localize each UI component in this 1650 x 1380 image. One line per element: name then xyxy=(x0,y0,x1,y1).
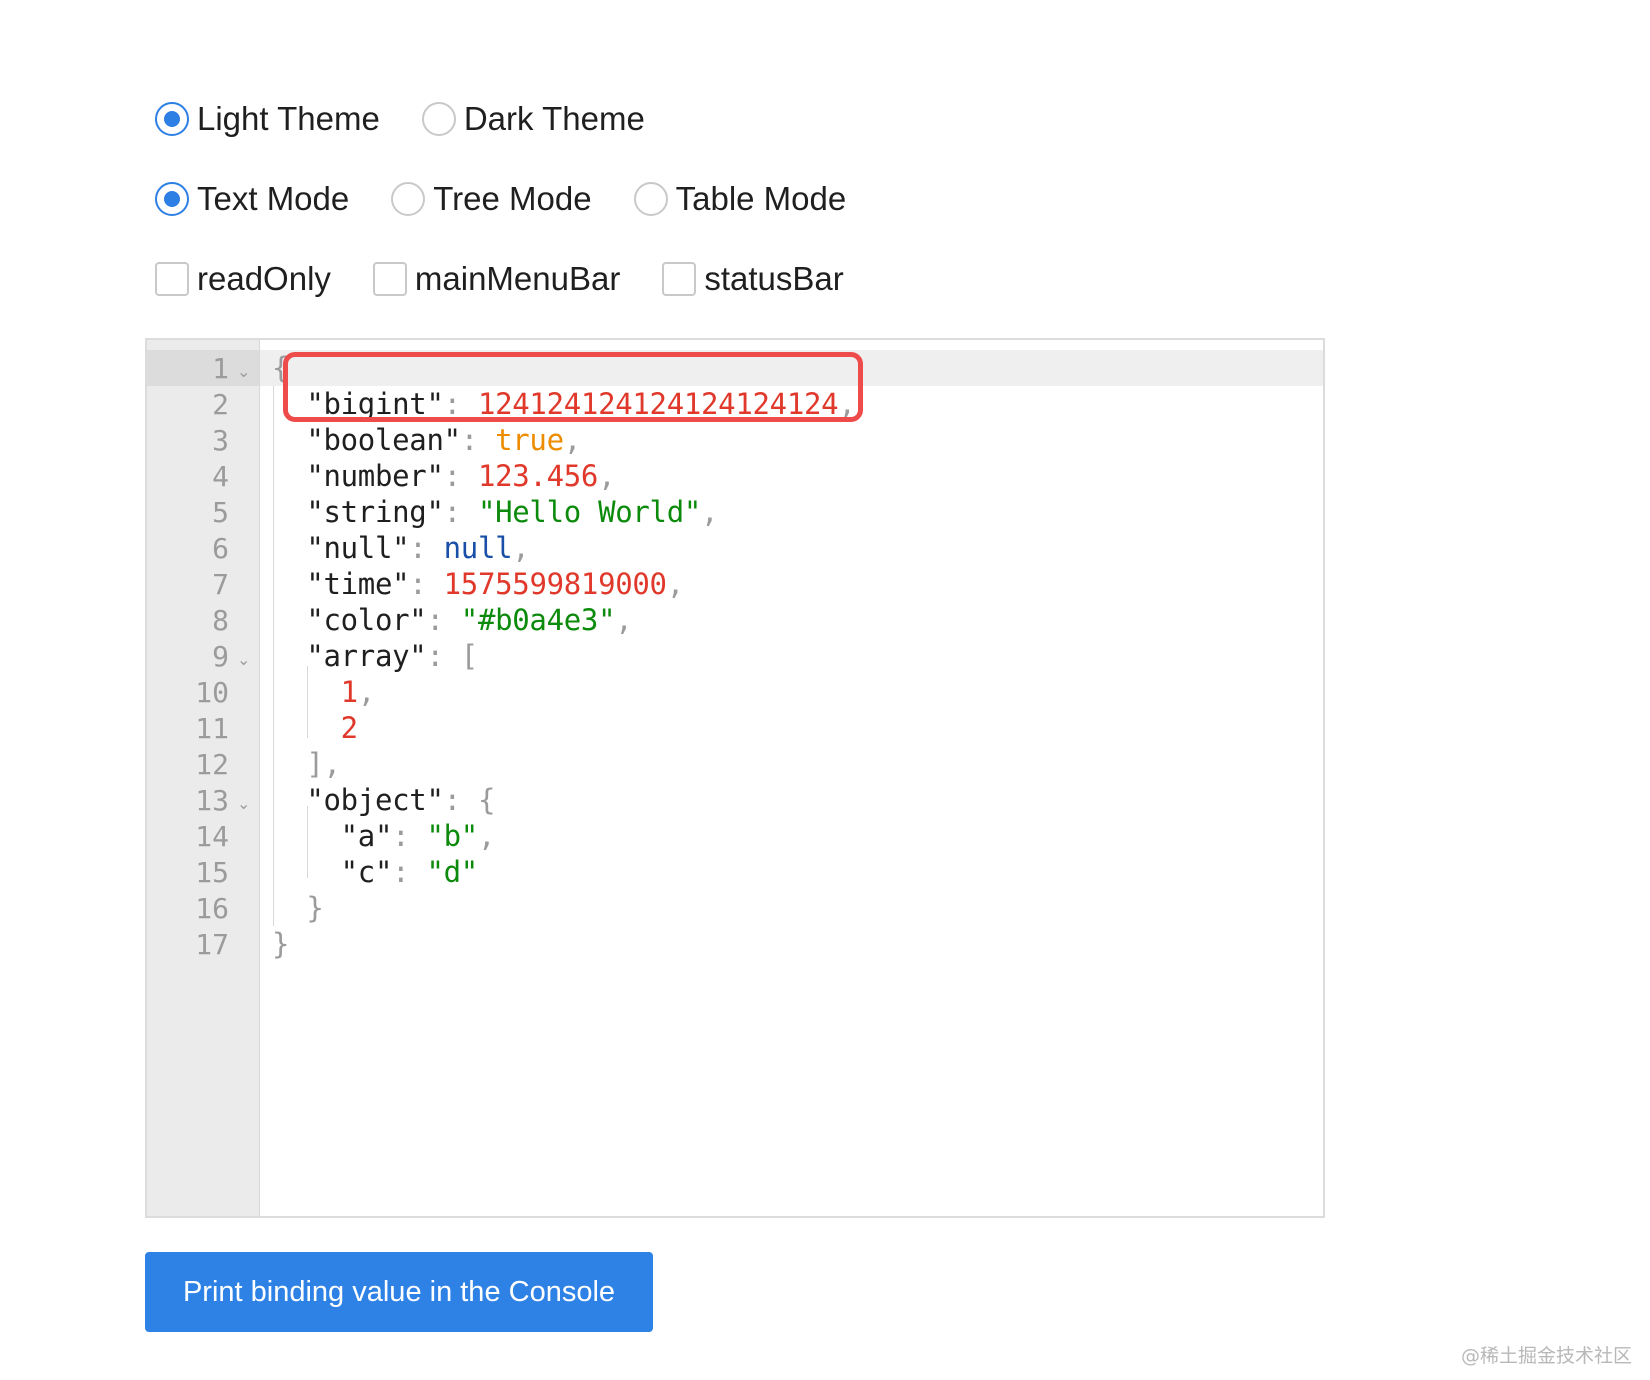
light-theme-radio[interactable] xyxy=(155,102,189,136)
line-number: 5 xyxy=(212,495,229,529)
text-mode-label: Text Mode xyxy=(197,180,350,217)
code-text: } xyxy=(306,891,324,925)
code-text: ], xyxy=(306,747,341,781)
text-mode-radio[interactable] xyxy=(155,182,189,216)
code-line[interactable]: 7 "time": 1575599819000, xyxy=(147,566,1323,602)
mainmenubar-option[interactable]: mainMenuBar xyxy=(372,259,621,299)
line-number: 6 xyxy=(212,531,229,565)
code-text: "array": [ xyxy=(306,639,478,673)
code-line[interactable]: 3 "boolean": true, xyxy=(147,422,1323,458)
flags-checkbox-group: readOnly mainMenuBar statusBar xyxy=(155,259,886,299)
code-line[interactable]: 15 "c": "d" xyxy=(147,854,1323,890)
dark-theme-option[interactable]: Dark Theme xyxy=(421,99,645,139)
editor-lines: 1 ⌄{2 "bigint": 124124124124124124124, 3 "… xyxy=(147,350,1323,962)
readonly-option[interactable]: readOnly xyxy=(155,259,331,299)
mode-radio-group: Text Mode Tree Mode Table Mode xyxy=(155,179,888,219)
readonly-checkbox[interactable] xyxy=(155,262,189,296)
code-text: "a": "b", xyxy=(340,819,496,853)
code-line[interactable]: 2 "bigint": 124124124124124124124, xyxy=(147,386,1323,422)
code-text: 1, xyxy=(340,675,376,709)
code-line[interactable]: 1 ⌄ { xyxy=(147,350,1323,386)
code-text: "string": "Hello World", xyxy=(306,495,719,529)
line-number: 2 xyxy=(212,387,229,421)
line-number: 13 xyxy=(195,783,229,817)
mainmenubar-checkbox[interactable] xyxy=(372,262,407,296)
dark-theme-radio[interactable] xyxy=(421,102,456,136)
watermark: @稀土掘金技术社区 xyxy=(1460,1345,1632,1367)
line-number: 17 xyxy=(195,927,229,961)
light-theme-option[interactable]: Light Theme xyxy=(155,99,380,139)
line-number: 14 xyxy=(195,819,229,853)
fold-chevron-icon[interactable]: ⌄ xyxy=(237,650,250,669)
tree-mode-option[interactable]: Tree Mode xyxy=(391,179,592,219)
code-text: "color": "#b0a4e3", xyxy=(306,603,633,637)
line-number: 11 xyxy=(195,711,229,745)
table-mode-radio[interactable] xyxy=(633,182,668,216)
code-line[interactable]: 16 } xyxy=(147,890,1323,926)
code-text: "number": 123.456, xyxy=(306,459,616,493)
json-editor[interactable]: 1 ⌄{2 "bigint": 124124124124124124124, 3 "… xyxy=(145,338,1325,1218)
code-line[interactable]: 11 2 xyxy=(147,710,1323,746)
code-line[interactable]: 12 ], xyxy=(147,746,1323,782)
code-line[interactable]: 14 "a": "b", xyxy=(147,818,1323,854)
code-line[interactable]: 4 "number": 123.456, xyxy=(147,458,1323,494)
table-mode-label: Table Mode xyxy=(675,180,847,217)
code-line[interactable]: 6 "null": null, xyxy=(147,530,1323,566)
mainmenubar-label: mainMenuBar xyxy=(414,260,621,297)
theme-radio-group: Light Theme Dark Theme xyxy=(155,99,687,139)
code-text: "object": { xyxy=(306,783,496,817)
tree-mode-label: Tree Mode xyxy=(433,180,592,217)
code-text: } xyxy=(272,927,290,961)
tree-mode-radio[interactable] xyxy=(391,182,426,216)
code-line[interactable]: 17} xyxy=(147,926,1323,962)
line-number: 15 xyxy=(195,855,229,889)
code-text: "boolean": true, xyxy=(306,423,581,457)
code-text: "time": 1575599819000, xyxy=(306,567,684,601)
code-line[interactable]: 9 ⌄ "array": [ xyxy=(147,638,1323,674)
line-number: 3 xyxy=(212,423,229,457)
statusbar-option[interactable]: statusBar xyxy=(662,259,844,299)
readonly-label: readOnly xyxy=(197,260,331,297)
line-number: 12 xyxy=(195,747,229,781)
line-number: 9 xyxy=(212,639,229,673)
code-line[interactable]: 10 1, xyxy=(147,674,1323,710)
table-mode-option[interactable]: Table Mode xyxy=(633,179,847,219)
code-text: 2 xyxy=(340,711,358,745)
line-number: 1 xyxy=(212,351,229,385)
code-line[interactable]: 5 "string": "Hello World", xyxy=(147,494,1323,530)
fold-chevron-icon[interactable]: ⌄ xyxy=(237,794,250,813)
text-mode-option[interactable]: Text Mode xyxy=(155,179,349,219)
line-number: 16 xyxy=(195,891,229,925)
code-text: "bigint": 124124124124124124124, xyxy=(306,387,856,421)
print-console-button[interactable]: Print binding value in the Console xyxy=(145,1252,653,1332)
code-line[interactable]: 8 "color": "#b0a4e3", xyxy=(147,602,1323,638)
light-theme-label: Light Theme xyxy=(197,100,380,137)
line-number: 4 xyxy=(212,459,229,493)
line-number: 7 xyxy=(212,567,229,601)
dark-theme-label: Dark Theme xyxy=(463,100,645,137)
line-number: 8 xyxy=(212,603,229,637)
code-text: "null": null, xyxy=(306,531,530,565)
statusbar-label: statusBar xyxy=(704,260,844,297)
statusbar-checkbox[interactable] xyxy=(662,262,697,296)
code-text: "c": "d" xyxy=(340,855,479,889)
code-text: { xyxy=(272,351,290,385)
line-number: 10 xyxy=(195,675,229,709)
code-line[interactable]: 13 ⌄ "object": { xyxy=(147,782,1323,818)
fold-chevron-icon[interactable]: ⌄ xyxy=(237,362,250,381)
